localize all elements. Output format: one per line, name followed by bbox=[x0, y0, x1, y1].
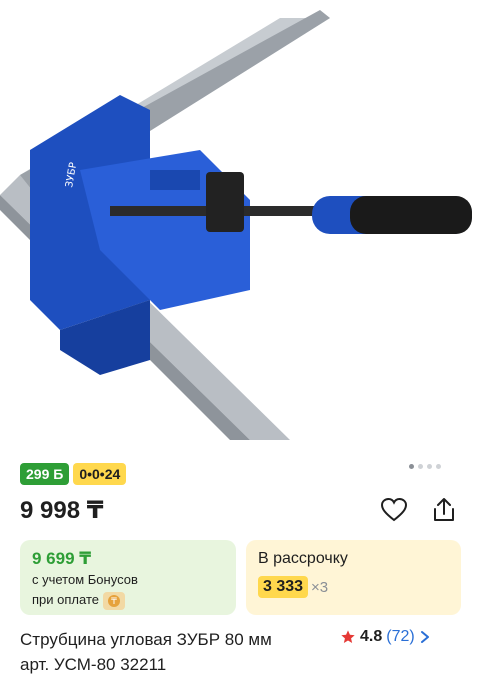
bonus-note-line2: при оплате bbox=[32, 592, 99, 607]
carousel-dots bbox=[409, 464, 441, 469]
installment-title: В рассрочку bbox=[258, 550, 348, 567]
installment-badge: 0•0•24 bbox=[73, 463, 127, 485]
product-title-line2: арт. УСМ-80 32211 bbox=[20, 655, 167, 674]
installment-amount: 3 333 bbox=[258, 576, 309, 598]
bonus-note-line2-row: при оплате ₸ bbox=[32, 590, 224, 610]
rating-score: 4.8 bbox=[360, 628, 383, 645]
review-count: (72) bbox=[386, 628, 415, 645]
bonus-badge: 299 Б bbox=[20, 463, 70, 485]
installment-card[interactable]: В рассрочку 3 333 ×3 bbox=[246, 540, 461, 615]
chevron-right-icon bbox=[420, 631, 429, 643]
product-image[interactable]: ЗУБР bbox=[0, 0, 481, 440]
payment-icon: ₸ bbox=[102, 591, 125, 610]
installment-row: 3 333 ×3 bbox=[258, 576, 449, 598]
carousel-dot[interactable] bbox=[436, 464, 441, 469]
bonus-price-card[interactable]: 9 699 ₸ с учетом Бонусов при оплате ₸ bbox=[20, 540, 236, 615]
share-button[interactable] bbox=[428, 494, 460, 526]
product-title-line1: Струбцина угловая ЗУБР 80 мм bbox=[20, 630, 272, 649]
carousel-dot[interactable] bbox=[418, 464, 423, 469]
favorite-button[interactable] bbox=[378, 494, 410, 526]
rating-link[interactable]: 4.8 (72) bbox=[340, 628, 431, 646]
product-title: Струбцина угловая ЗУБР 80 мм арт. УСМ-80… bbox=[20, 627, 330, 677]
heart-icon bbox=[381, 498, 407, 522]
bonus-note-line1: с учетом Бонусов bbox=[32, 572, 138, 587]
installment-multiplier: ×3 bbox=[311, 578, 329, 596]
share-icon bbox=[434, 498, 454, 521]
carousel-dot[interactable] bbox=[409, 464, 414, 469]
product-price: 9 998 ₸ bbox=[20, 497, 104, 524]
carousel-dot[interactable] bbox=[427, 464, 432, 469]
bonus-price: 9 699 ₸ bbox=[32, 549, 92, 568]
badges: 299 Б 0•0•24 bbox=[20, 463, 127, 485]
star-icon bbox=[341, 630, 355, 643]
